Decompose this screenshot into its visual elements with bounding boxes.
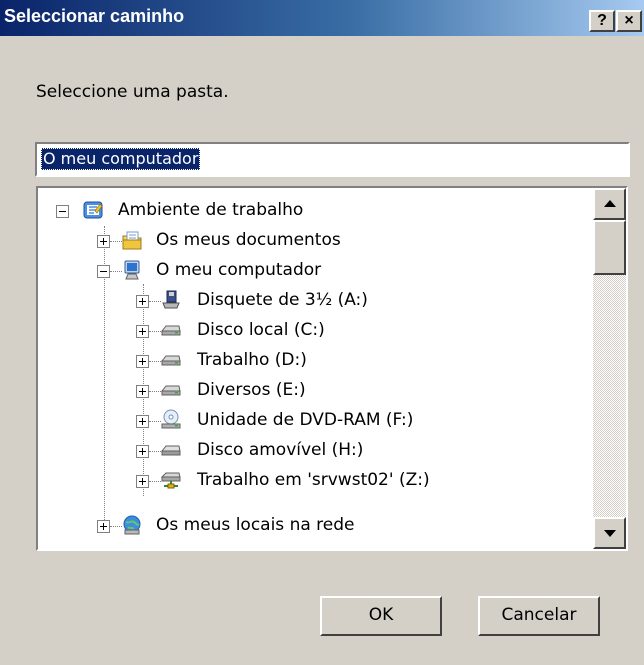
arrow-up-icon: [604, 200, 616, 207]
help-button[interactable]: ?: [589, 10, 615, 32]
my-documents-icon: [122, 231, 142, 250]
hard-drive-icon: [160, 355, 181, 366]
scroll-up-button[interactable]: [593, 188, 626, 220]
tree-node-label: Disco local (C:): [197, 320, 325, 340]
cancel-button[interactable]: Cancelar: [478, 596, 600, 636]
removable-disk-icon: [160, 445, 181, 456]
expand-toggle[interactable]: [136, 355, 149, 368]
tree-scrollbar[interactable]: [593, 188, 626, 549]
expand-toggle[interactable]: [97, 235, 110, 248]
tree-node-label: Os meus locais na rede: [156, 515, 355, 535]
network-places-icon: [123, 515, 141, 535]
tree-node-label: O meu computador: [156, 260, 322, 280]
tree-node-label: Trabalho em 'srvwst02' (Z:): [197, 470, 430, 490]
floppy-drive-icon: [162, 290, 180, 309]
dvd-drive-icon: [161, 409, 181, 429]
expand-toggle[interactable]: [136, 325, 149, 338]
path-input-value: O meu computador: [41, 148, 201, 170]
hard-drive-icon: [160, 385, 181, 396]
path-input[interactable]: O meu computador: [35, 142, 630, 177]
expand-toggle[interactable]: [136, 475, 149, 488]
folder-tree[interactable]: Ambiente de trabalho Os meus documentos …: [36, 186, 628, 551]
my-computer-icon: [124, 260, 140, 280]
tree-node-label: Disco amovível (H:): [197, 440, 364, 460]
desktop-icon: [83, 201, 103, 219]
ok-button[interactable]: OK: [320, 596, 442, 636]
hard-drive-icon: [160, 325, 181, 336]
network-drive-icon: [160, 472, 181, 489]
expand-toggle[interactable]: [97, 520, 110, 533]
scroll-down-button[interactable]: [593, 517, 626, 549]
prompt-text: Seleccione uma pasta.: [36, 82, 229, 102]
window-title: Seleccionar caminho: [4, 6, 185, 26]
tree-node-label: Diversos (E:): [197, 380, 306, 400]
arrow-down-icon: [604, 530, 616, 537]
expand-toggle[interactable]: [136, 295, 149, 308]
title-bar[interactable]: Seleccionar caminho ? ×: [0, 0, 644, 36]
tree-node-label: Os meus documentos: [156, 230, 341, 250]
close-button[interactable]: ×: [616, 10, 642, 32]
expand-toggle[interactable]: [136, 385, 149, 398]
collapse-toggle[interactable]: [56, 205, 69, 218]
tree-node-label: Trabalho (D:): [197, 350, 307, 370]
tree-node-label: Unidade de DVD-RAM (F:): [197, 410, 414, 430]
scroll-thumb[interactable]: [593, 220, 626, 275]
tree-node-label: Ambiente de trabalho: [118, 200, 304, 220]
expand-toggle[interactable]: [136, 445, 149, 458]
tree-node-label: Disquete de 3½ (A:): [197, 290, 368, 310]
expand-toggle[interactable]: [136, 415, 149, 428]
collapse-toggle[interactable]: [97, 265, 110, 278]
